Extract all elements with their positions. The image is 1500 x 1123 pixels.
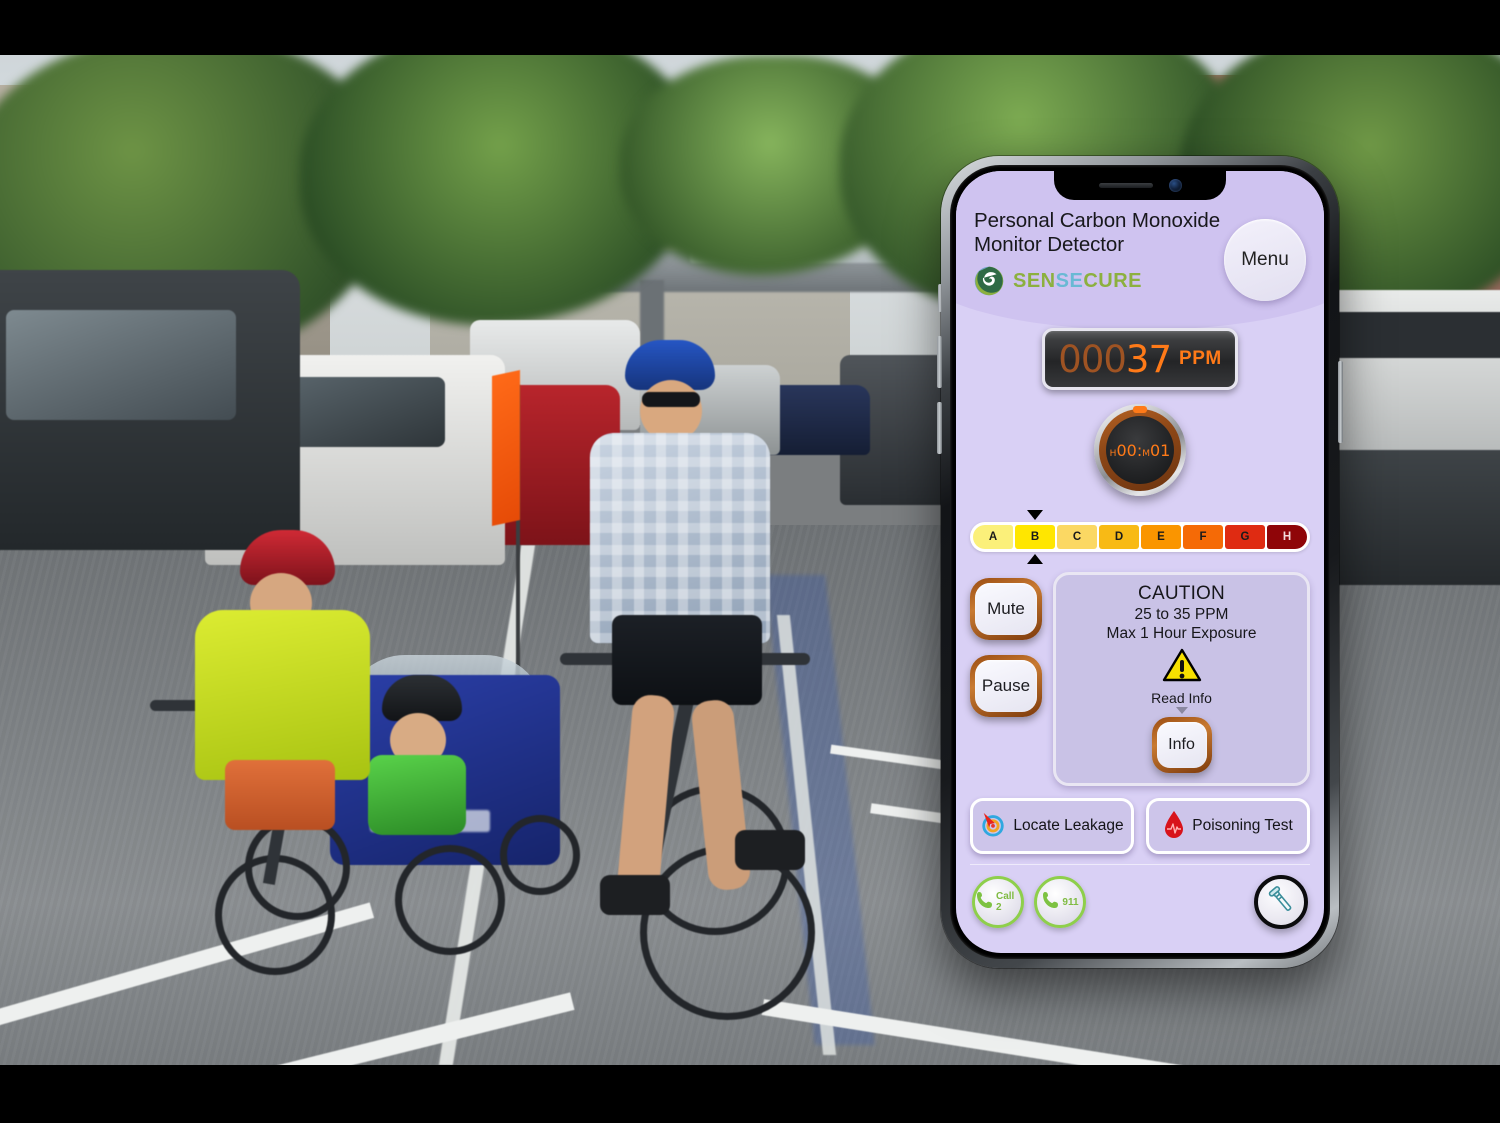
ppm-readout-wrap: 00037 PPM <box>970 328 1310 391</box>
dial-ring: H00:M01 <box>1099 406 1181 492</box>
earpiece-speaker-icon <box>1098 183 1153 188</box>
locate-leakage-button[interactable]: Locate Leakage <box>970 798 1134 855</box>
mute-button-label: Mute <box>975 583 1037 636</box>
warning-triangle-icon <box>1162 648 1202 688</box>
flashlight-icon <box>1266 885 1296 920</box>
scale-segment-b[interactable]: B <box>1015 525 1055 550</box>
ppm-unit-label: PPM <box>1179 348 1222 370</box>
read-info-arrow-icon <box>1175 707 1188 715</box>
timer-minutes-prefix: M <box>1142 448 1150 459</box>
bus <box>1330 290 1500 450</box>
brand-part-2: SE <box>1055 269 1084 292</box>
brand-part-3: CURE <box>1083 269 1142 292</box>
call-911-label: 911 <box>1062 896 1079 908</box>
phone-handset-icon <box>1041 890 1061 915</box>
sensecure-logo-icon <box>974 266 1004 296</box>
scale-segment-e[interactable]: E <box>1141 525 1181 550</box>
target-leak-icon <box>980 811 1006 842</box>
mute-switch[interactable] <box>938 284 942 312</box>
phone-screen: Personal Carbon Monoxide Monitor Detecto… <box>956 171 1324 953</box>
adult-cyclist-shoe <box>600 875 670 915</box>
flashlight-button[interactable] <box>1254 875 1308 930</box>
brand-part-1: SEN <box>1013 269 1056 292</box>
child-cyclist-jacket <box>195 610 370 780</box>
info-button-label: Info <box>1156 722 1207 769</box>
call-2-button[interactable]: Call 2 <box>972 876 1024 929</box>
trailer-wheel <box>395 845 505 955</box>
app-body: 00037 PPM H00:M01 A B C D E F G H Mute P… <box>956 296 1324 953</box>
sunglasses <box>642 392 700 407</box>
safety-flag <box>492 370 520 526</box>
ppm-leading-zeros: 000 <box>1058 337 1127 381</box>
scale-segment-f[interactable]: F <box>1183 525 1223 550</box>
dial-face: H00:M01 <box>1106 416 1174 485</box>
side-control-buttons: Mute Pause <box>970 572 1042 718</box>
pause-button[interactable]: Pause <box>970 655 1042 718</box>
phone-bezel: Personal Carbon Monoxide Monitor Detecto… <box>950 165 1330 959</box>
page-title: Personal Carbon Monoxide Monitor Detecto… <box>974 209 1221 257</box>
locate-leakage-label: Locate Leakage <box>1013 817 1124 835</box>
power-button[interactable] <box>1338 361 1343 443</box>
scale-segment-c[interactable]: C <box>1057 525 1097 550</box>
smartphone-device: Personal Carbon Monoxide Monitor Detecto… <box>937 156 1343 968</box>
child-cyclist-shorts <box>225 760 335 830</box>
poisoning-test-label: Poisoning Test <box>1192 817 1293 835</box>
caution-title: CAUTION <box>1138 583 1225 605</box>
ppm-readout-display: 00037 PPM <box>1042 328 1238 391</box>
brand-wordmark: SEN SE CURE <box>1013 270 1142 293</box>
ppm-digits: 00037 <box>1058 337 1172 381</box>
controls-and-caution-row: Mute Pause CAUTION 25 to 35 PPM Max 1 Ho… <box>970 572 1310 787</box>
caution-exposure: Max 1 Hour Exposure <box>1106 625 1257 643</box>
poisoning-test-button[interactable]: Poisoning Test <box>1146 798 1310 855</box>
hazard-scale-zone: ABCDEFGH <box>970 510 1310 565</box>
call-2-label: Call 2 <box>996 891 1015 914</box>
front-camera-icon <box>1168 179 1182 192</box>
read-info-label: Read Info <box>1151 690 1212 707</box>
scale-pointer-top-icon <box>1027 510 1043 521</box>
parked-suv <box>0 270 300 550</box>
adult-cyclist-shorts <box>612 615 762 705</box>
shirt-plaid-pattern <box>590 433 770 643</box>
scale-segment-a[interactable]: A <box>973 525 1013 550</box>
scale-segment-d[interactable]: D <box>1099 525 1139 550</box>
pause-button-label: Pause <box>975 660 1037 713</box>
adult-cyclist-shoe <box>735 830 805 870</box>
volume-down-button[interactable] <box>937 402 942 454</box>
child-bicycle-wheel <box>245 815 350 920</box>
scale-segment-h[interactable]: H <box>1267 525 1307 550</box>
phone-handset-icon <box>975 890 995 915</box>
timer-hours: 00 <box>1116 440 1137 460</box>
scale-pointer-bottom-icon <box>1027 554 1043 565</box>
volume-up-button[interactable] <box>937 336 942 388</box>
scale-segment-g[interactable]: G <box>1225 525 1265 550</box>
exposure-timer-dial[interactable]: H00:M01 <box>1094 404 1186 497</box>
timer-minutes: 01 <box>1149 440 1171 460</box>
mute-button[interactable]: Mute <box>970 578 1042 641</box>
blood-drop-pulse-icon <box>1163 810 1185 843</box>
dial-indicator-pip <box>1133 406 1147 414</box>
caution-panel: CAUTION 25 to 35 PPM Max 1 Hour Exposure <box>1053 572 1310 787</box>
info-button[interactable]: Info <box>1151 717 1212 774</box>
call-911-button[interactable]: 911 <box>1034 876 1086 929</box>
quick-dial-footer: Call 2 911 <box>970 864 1310 930</box>
phone-notch <box>1054 171 1226 200</box>
trailer-wheel <box>500 815 580 895</box>
timer-readout: H00:M01 <box>1110 441 1171 460</box>
hazard-scale: ABCDEFGH <box>970 522 1310 553</box>
menu-button[interactable]: Menu <box>1224 219 1306 301</box>
action-buttons-row: Locate Leakage Poisoning Test <box>970 798 1310 855</box>
ppm-value: 37 <box>1125 337 1172 381</box>
toddler-vest <box>368 755 466 835</box>
caution-range: 25 to 35 PPM <box>1134 606 1229 624</box>
screenshot-stage: Personal Carbon Monoxide Monitor Detecto… <box>0 0 1500 1123</box>
timer-dial-wrap: H00:M01 <box>970 404 1310 497</box>
